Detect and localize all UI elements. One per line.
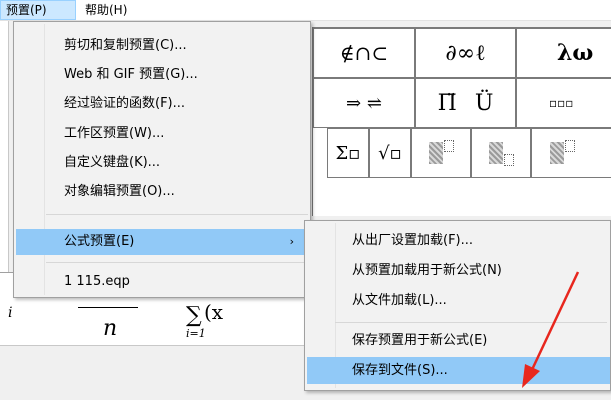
submenu-item-save-preset-new[interactable]: 保存预置用于新公式(E)	[307, 327, 610, 354]
submenu-item-load-factory[interactable]: 从出厂设置加载(F)...	[307, 227, 610, 254]
palette-u-label: Ü	[474, 90, 494, 116]
formula-sum-symbol: ∑	[186, 303, 202, 328]
template-box-icon	[488, 142, 503, 164]
menu-item-workspace-preset[interactable]: 工作区预置(W)...	[16, 121, 308, 147]
template-slot-icon	[503, 154, 514, 166]
palette-calculus-label: ∂∞ℓ	[445, 41, 486, 66]
palette-embellishments[interactable]: Π̈ Ü	[415, 78, 516, 128]
preset-dropdown-menu: 剪切和复制预置(C)... Web 和 GIF 预置(G)... 经过验证的函数…	[13, 21, 311, 298]
palette-superscript-template[interactable]	[411, 128, 471, 178]
palette-set-relations[interactable]: ∉∩⊂	[313, 28, 415, 78]
palette-subsup-template[interactable]	[531, 128, 611, 178]
palette-greek-symbols[interactable]: λω	[516, 28, 611, 78]
template-slot-icon	[565, 140, 575, 152]
template-box-icon	[550, 142, 564, 164]
menu-item-recent-file[interactable]: 1 115.eqp	[16, 269, 308, 295]
palette-spaces-label: ▫▫▫	[549, 96, 574, 110]
palette-sqrt-label: √▫	[378, 142, 402, 164]
palette-arrows[interactable]: ⇒ ⇌	[313, 78, 415, 128]
menu-separator	[46, 262, 308, 263]
submenu-arrow-icon: ›	[289, 235, 294, 248]
template-slot-icon	[443, 140, 454, 152]
palette-subscript-template[interactable]	[471, 128, 531, 178]
formula-variable: i	[8, 305, 13, 321]
submenu-item-save-to-file[interactable]: 保存到文件(S)...	[307, 357, 610, 384]
palette-greek-label: λω	[557, 40, 594, 66]
palette-calculus-symbols[interactable]: ∂∞ℓ	[415, 28, 516, 78]
palette-prod-label: Π̈	[437, 90, 457, 116]
palette-set-relations-label: ∉∩⊂	[339, 41, 389, 65]
palette-sqrt-template[interactable]: √▫	[369, 128, 411, 178]
formula-denominator: n	[103, 316, 118, 341]
template-box-icon	[428, 142, 443, 164]
symbol-palette: ∉∩⊂ ∂∞ℓ λω ⇒ ⇌ Π̈ Ü ▫▫▫ Σ▫ √▫	[312, 27, 611, 216]
menu-item-formula-preset-label: 公式预置(E)	[64, 234, 135, 249]
formula-sum-lower-limit: i=1	[186, 327, 206, 340]
menu-item-cut-copy-preset[interactable]: 剪切和复制预置(C)...	[16, 33, 308, 59]
formula-sum-body: (x	[204, 300, 224, 324]
submenu-item-load-preset-new[interactable]: 从预置加载用于新公式(N)	[307, 257, 610, 284]
menu-bar: 预置(P) 帮助(H)	[0, 0, 611, 21]
formula-preset-submenu: 从出厂设置加载(F)... 从预置加载用于新公式(N) 从文件加载(L)... …	[304, 220, 611, 391]
menu-item-web-gif-preset[interactable]: Web 和 GIF 预置(G)...	[16, 62, 308, 88]
menu-help[interactable]: 帮助(H)	[80, 0, 132, 20]
menu-preset[interactable]: 预置(P)	[0, 0, 76, 20]
palette-sum-label: Σ▫	[335, 142, 361, 164]
submenu-item-load-file[interactable]: 从文件加载(L)...	[307, 287, 610, 314]
menu-separator	[46, 214, 308, 215]
palette-sum-template[interactable]: Σ▫	[327, 128, 369, 178]
palette-spaces[interactable]: ▫▫▫	[516, 78, 611, 128]
palette-arrows-label: ⇒ ⇌	[346, 92, 382, 114]
submenu-separator	[335, 322, 607, 323]
menu-item-verified-functions[interactable]: 经过验证的函数(F)...	[16, 91, 308, 117]
menu-item-formula-preset[interactable]: 公式预置(E) ›	[16, 229, 308, 255]
menu-item-object-edit-preset[interactable]: 对象编辑预置(O)...	[16, 179, 308, 205]
menu-item-custom-keyboard[interactable]: 自定义键盘(K)...	[16, 150, 308, 176]
left-panel-edge	[0, 21, 9, 301]
fraction-bar	[78, 307, 138, 308]
